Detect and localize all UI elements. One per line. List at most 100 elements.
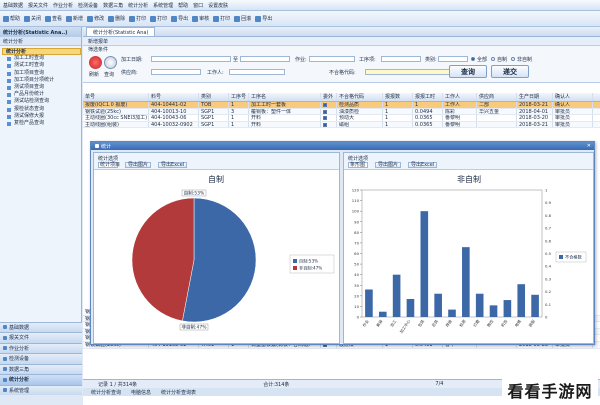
bar-2: [392, 274, 401, 317]
bar-0: [365, 289, 373, 317]
toolbar-button-6[interactable]: 打印: [129, 15, 146, 22]
column-header[interactable]: 供应商: [477, 93, 517, 101]
tree-item[interactable]: 测试工时查询: [2, 62, 81, 69]
menu-item-7[interactable]: 帮助: [178, 2, 188, 9]
nav-section-3[interactable]: 检测设备: [0, 353, 82, 364]
bar-select[interactable]: 条形图: [348, 162, 368, 168]
search-icon[interactable]: [104, 56, 117, 69]
menu-item-4[interactable]: 数据三角: [103, 2, 123, 9]
table-row[interactable]: 钢铁试验(25kc)404-10013-10SGP13覆铜板：塑件一体✓油漆质检…: [83, 108, 600, 116]
column-header[interactable]: 工序名: [249, 93, 321, 101]
radio-self[interactable]: [491, 57, 495, 61]
menu-item-6[interactable]: 系统管理: [153, 2, 173, 9]
column-header[interactable]: 生产日期: [517, 93, 553, 101]
nav-section-5[interactable]: 统计分析: [0, 374, 82, 385]
toolbar-button-8[interactable]: 导出: [171, 15, 188, 22]
checkbox[interactable]: [323, 122, 327, 127]
pie-export-xls-button[interactable]: 导出Excel: [158, 162, 188, 168]
checkbox[interactable]: [323, 116, 327, 121]
table-row[interactable]: 报废(IQC1.0 报废)404-10441-02TOB1加工工时一套板✓检测品…: [83, 102, 600, 109]
date-to-input[interactable]: [240, 56, 290, 62]
column-header[interactable]: 不合格代码: [337, 93, 383, 101]
worker-input[interactable]: [229, 69, 285, 75]
pie-export-pic-button[interactable]: 导出图片: [125, 162, 152, 168]
bar-1: [378, 311, 387, 317]
column-header[interactable]: 报报数: [383, 93, 413, 101]
refresh-button[interactable]: [89, 56, 102, 69]
menu-item-3[interactable]: 检测设备: [78, 2, 98, 9]
column-header[interactable]: 报报工时: [413, 93, 443, 101]
column-header[interactable]: 类别: [199, 93, 229, 101]
table-cell: 1: [229, 121, 249, 128]
dept-input[interactable]: [151, 69, 201, 75]
bar-3: [406, 299, 415, 317]
column-header[interactable]: 委外: [321, 93, 337, 101]
tree-item[interactable]: 测试站检测查询: [2, 98, 81, 105]
toolbar-button-5[interactable]: 删除: [108, 15, 125, 22]
table-cell: 主动线圈(30cc SNEI3加工): [85, 115, 149, 121]
column-header[interactable]: 工序号: [229, 93, 249, 101]
nav-section-4[interactable]: 数据三角: [0, 363, 82, 374]
menu-item-5[interactable]: 统计分析: [128, 2, 148, 9]
toolbar-button-12[interactable]: 导出: [255, 15, 272, 22]
submit-button[interactable]: 递交: [491, 65, 529, 78]
checkbox[interactable]: [323, 109, 327, 114]
radio-nonself[interactable]: [511, 57, 515, 61]
table-row[interactable]: 主动线圈(组装)404-10032-0902SGP11开料✓磁组10.0365番…: [83, 121, 600, 129]
menu-item-1[interactable]: 报关文件: [28, 2, 48, 9]
nav-section-6[interactable]: 系统管理: [0, 384, 82, 395]
y2-tick-label-1: 0.1: [545, 302, 552, 307]
tree-item[interactable]: 测试保修大报: [2, 113, 81, 120]
toolbar-button-10[interactable]: 打印: [213, 15, 230, 22]
type-select[interactable]: [438, 56, 468, 62]
table-cell: 2018-03-21: [517, 102, 553, 108]
menu-item-9[interactable]: 设置皮肤: [208, 2, 228, 9]
tree-item[interactable]: 复检产品查询: [2, 120, 81, 127]
y2-tick-label-5: 0.5: [545, 251, 552, 256]
bar-export-xls-button[interactable]: 导出Excel: [408, 162, 438, 168]
nonconf-label: 不合格代码:: [329, 70, 356, 76]
nav-section-label: 系统管理: [9, 387, 30, 394]
job-input[interactable]: [309, 56, 355, 62]
menu-item-2[interactable]: 作业分析: [53, 2, 73, 9]
nav-section-2[interactable]: 作业分析: [0, 342, 82, 353]
toolbar-button-1[interactable]: 关闭: [24, 15, 41, 22]
folder-icon: [3, 388, 7, 393]
nav-section-1[interactable]: 报关文件: [0, 332, 82, 343]
toolbar-button-7[interactable]: 打印: [150, 15, 167, 22]
toolbar-button-11[interactable]: 回滚: [234, 15, 251, 22]
y-tick-label-2: 20: [354, 293, 359, 298]
toolbar-button-3[interactable]: 新增: [66, 15, 83, 22]
menu-item-0[interactable]: 基础数据: [3, 2, 23, 9]
tab-statistic[interactable]: 统计分析(Statistic Ana): [86, 27, 156, 36]
query-button[interactable]: 查询: [449, 65, 487, 78]
column-header[interactable]: 料号: [149, 93, 199, 101]
tree-item[interactable]: 加工项目分项统计: [2, 77, 81, 84]
nav-section-0[interactable]: 基础数据: [0, 321, 82, 332]
column-header[interactable]: 工作人: [443, 93, 477, 101]
column-header[interactable]: 确认人: [553, 93, 593, 101]
date-from-input[interactable]: [151, 56, 231, 62]
tree-item[interactable]: 加工项目查询: [2, 70, 81, 77]
popup-title: 统计: [101, 143, 112, 150]
close-icon[interactable]: ✕: [587, 143, 591, 149]
toolbar-icon: [129, 15, 136, 22]
y2-tick-label-8: 0.8: [545, 213, 552, 218]
y-tick-label-5: 50: [354, 262, 359, 267]
folder-icon: [3, 346, 7, 351]
folder-icon: [3, 367, 7, 372]
toolbar-button-4[interactable]: 修改: [87, 15, 104, 22]
tree-item[interactable]: 报检状态查询: [2, 106, 81, 113]
job-label: 作业:: [295, 57, 307, 63]
bar-export-pic-button[interactable]: 导出图片: [375, 162, 402, 168]
toolbar-button-0[interactable]: 帮助: [3, 15, 20, 22]
menu-item-8[interactable]: 窗口: [193, 2, 203, 9]
toolbar-button-9[interactable]: 审核: [192, 15, 209, 22]
pie-select[interactable]: 统计项目: [98, 162, 120, 168]
table-row[interactable]: 主动线圈(30cc SNEI3加工)404-10043-06SGP11开料✓预动…: [83, 115, 600, 122]
column-header[interactable]: 单号: [83, 93, 149, 101]
process-input[interactable]: [381, 56, 421, 62]
radio-all[interactable]: [471, 57, 475, 61]
checkbox[interactable]: [323, 103, 327, 107]
toolbar-button-2[interactable]: 查看: [45, 15, 62, 22]
